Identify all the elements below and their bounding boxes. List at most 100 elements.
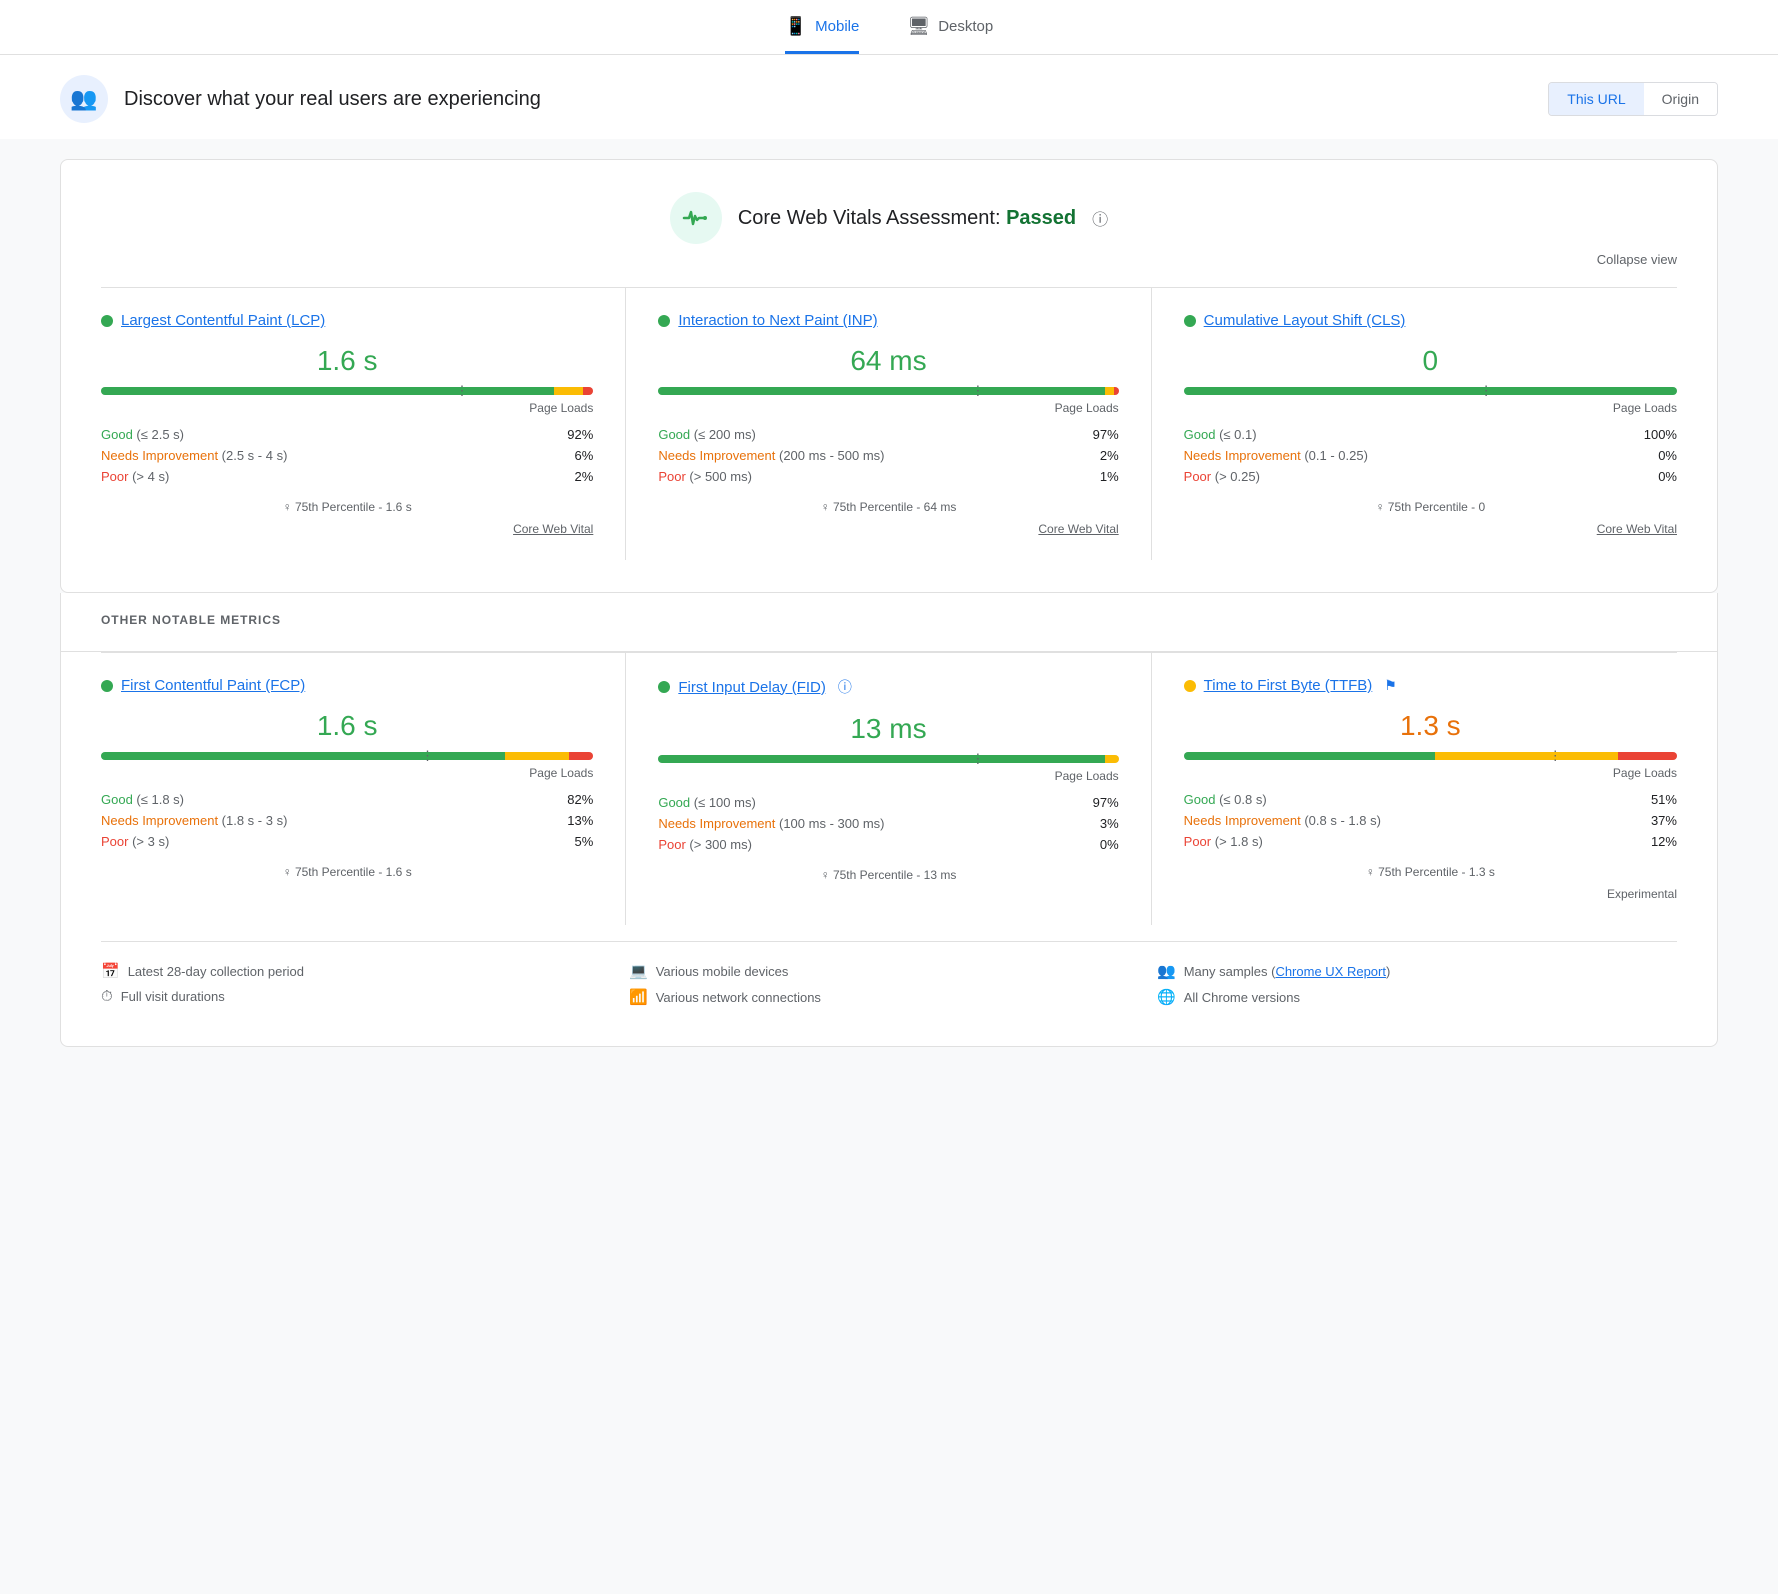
progress-marker-inp: ⋮ bbox=[971, 383, 984, 399]
footer-text: All Chrome versions bbox=[1184, 990, 1300, 1005]
metric-row-fid-1: Needs Improvement (100 ms - 300 ms)3% bbox=[658, 816, 1118, 831]
metric-row-pct-cls-2: 0% bbox=[1658, 469, 1677, 484]
metric-value-cls: 0 bbox=[1184, 345, 1677, 377]
percentile-cls: ♀ 75th Percentile - 0 bbox=[1184, 500, 1677, 514]
vitals-icon bbox=[670, 192, 722, 244]
metric-title-row-ttfb: Time to First Byte (TTFB) ⚑ bbox=[1184, 677, 1677, 694]
cwv-link-inp[interactable]: Core Web Vital bbox=[658, 522, 1118, 536]
metric-row-lcp-1: Needs Improvement (2.5 s - 4 s)6% bbox=[101, 448, 593, 463]
footer-item: 📅Latest 28-day collection period bbox=[101, 962, 621, 980]
percentile-ttfb: ♀ 75th Percentile - 1.3 s bbox=[1184, 865, 1677, 879]
progress-bar-ttfb: ⋮ bbox=[1184, 752, 1677, 760]
tab-desktop[interactable]: 🖥 Desktop bbox=[907, 16, 993, 54]
metric-title-row-inp: Interaction to Next Paint (INP) bbox=[658, 312, 1118, 329]
cwv-link-cls[interactable]: Core Web Vital bbox=[1184, 522, 1677, 536]
chrome-ux-report-link[interactable]: Chrome UX Report bbox=[1275, 964, 1386, 979]
footer-icon: 📅 bbox=[101, 962, 120, 980]
metric-row-cls-2: Poor (> 0.25)0% bbox=[1184, 469, 1677, 484]
cwv-link-lcp[interactable]: Core Web Vital bbox=[101, 522, 593, 536]
footer-icon: ⏱ bbox=[101, 988, 113, 1005]
footer-item: 👥Many samples (Chrome UX Report) bbox=[1157, 962, 1677, 980]
footer-icon: 💻 bbox=[629, 962, 648, 980]
metric-row-pct-ttfb-2: 12% bbox=[1651, 834, 1677, 849]
page-loads-ttfb: Page Loads bbox=[1184, 766, 1677, 780]
footer-text: Various mobile devices bbox=[656, 964, 789, 979]
progress-marker-ttfb: ⋮ bbox=[1549, 748, 1562, 764]
page-loads-fcp: Page Loads bbox=[101, 766, 593, 780]
assessment-title: Core Web Vitals Assessment: Passed bbox=[738, 207, 1076, 230]
status-dot-fid bbox=[658, 681, 670, 693]
metric-col-inp: Interaction to Next Paint (INP)64 ms⋮Pag… bbox=[626, 288, 1151, 560]
footer-text: Many samples (Chrome UX Report) bbox=[1184, 964, 1391, 979]
page-loads-inp: Page Loads bbox=[658, 401, 1118, 415]
header-left: 👥 Discover what your real users are expe… bbox=[60, 75, 541, 123]
metric-row-ttfb-2: Poor (> 1.8 s) 12% bbox=[1184, 834, 1677, 849]
metric-title-ttfb[interactable]: Time to First Byte (TTFB) bbox=[1204, 677, 1373, 694]
metric-rows-cls: Good (≤ 0.1)100%Needs Improvement (0.1 -… bbox=[1184, 427, 1677, 484]
metric-row-label-fcp-0: Good (≤ 1.8 s) bbox=[101, 792, 184, 807]
this-url-button[interactable]: This URL bbox=[1549, 83, 1643, 115]
collapse-link[interactable]: Collapse view bbox=[101, 252, 1677, 267]
metric-title-fid[interactable]: First Input Delay (FID) bbox=[678, 679, 826, 696]
metric-row-inp-2: Poor (> 500 ms)1% bbox=[658, 469, 1118, 484]
metric-row-fid-0: Good (≤ 100 ms)97% bbox=[658, 795, 1118, 810]
metric-row-ttfb-1: Needs Improvement (0.8 s - 1.8 s)37% bbox=[1184, 813, 1677, 828]
progress-bar-fcp: ⋮ bbox=[101, 752, 593, 760]
metric-row-pct-fcp-0: 82% bbox=[567, 792, 593, 807]
footer-col1: 📅Latest 28-day collection period ⏱ Full vi… bbox=[101, 962, 621, 1014]
metric-rows-fid: Good (≤ 100 ms)97% Needs Improvement (100… bbox=[658, 795, 1118, 852]
metric-row-fcp-1: Needs Improvement (1.8 s - 3 s)13% bbox=[101, 813, 593, 828]
metric-row-pct-fid-2: 0% bbox=[1100, 837, 1119, 852]
metric-col-lcp: Largest Contentful Paint (LCP)1.6 s⋮Page… bbox=[101, 288, 626, 560]
tab-mobile[interactable]: 📱 Mobile bbox=[785, 16, 860, 54]
progress-marker-cls: ⋮ bbox=[1480, 383, 1493, 399]
footer-item: 🌐 All Chrome versions bbox=[1157, 988, 1677, 1006]
metric-title-inp[interactable]: Interaction to Next Paint (INP) bbox=[678, 312, 877, 329]
footer-col3: 👥Many samples (Chrome UX Report) 🌐 All Chr… bbox=[1157, 962, 1677, 1014]
metric-col-ttfb: Time to First Byte (TTFB)⚑1.3 s⋮Page Loa… bbox=[1152, 653, 1677, 925]
status-dot-ttfb bbox=[1184, 680, 1196, 692]
metric-row-ttfb-0: Good (≤ 0.8 s)51% bbox=[1184, 792, 1677, 807]
metric-row-fid-2: Poor (> 300 ms) 0% bbox=[658, 837, 1118, 852]
metric-title-fcp[interactable]: First Contentful Paint (FCP) bbox=[121, 677, 305, 694]
metric-row-cls-0: Good (≤ 0.1)100% bbox=[1184, 427, 1677, 442]
tab-bar: 📱 Mobile 🖥 Desktop bbox=[0, 0, 1778, 55]
status-dot-fcp bbox=[101, 680, 113, 692]
footer-icon: 🌐 bbox=[1157, 988, 1176, 1006]
metric-title-row-cls: Cumulative Layout Shift (CLS) bbox=[1184, 312, 1677, 329]
header-bar: 👥 Discover what your real users are expe… bbox=[0, 55, 1778, 139]
metric-row-label-fid-1: Needs Improvement (100 ms - 300 ms) bbox=[658, 816, 884, 831]
tab-mobile-label: Mobile bbox=[815, 18, 859, 35]
footer-item: ⏱ Full visit durations bbox=[101, 988, 621, 1005]
percentile-inp: ♀ 75th Percentile - 64 ms bbox=[658, 500, 1118, 514]
url-toggle: This URL Origin bbox=[1548, 82, 1718, 116]
metric-row-pct-fid-0: 97% bbox=[1093, 795, 1119, 810]
assessment-info-icon[interactable]: ⓘ bbox=[1092, 206, 1108, 230]
other-metrics-card: First Contentful Paint (FCP)1.6 s⋮Page L… bbox=[60, 652, 1718, 1047]
percentile-lcp: ♀ 75th Percentile - 1.6 s bbox=[101, 500, 593, 514]
status-dot-cls bbox=[1184, 315, 1196, 327]
footer-item: 📶Various network connections bbox=[629, 988, 1149, 1006]
external-icon-ttfb[interactable]: ⚑ bbox=[1384, 677, 1397, 694]
progress-bar-inp: ⋮ bbox=[658, 387, 1118, 395]
metric-row-label-inp-1: Needs Improvement (200 ms - 500 ms) bbox=[658, 448, 884, 463]
metric-row-label-lcp-0: Good (≤ 2.5 s) bbox=[101, 427, 184, 442]
progress-marker-fid: ⋮ bbox=[971, 751, 984, 767]
origin-button[interactable]: Origin bbox=[1644, 83, 1717, 115]
desktop-icon: 🖥 bbox=[907, 16, 930, 37]
page-loads-fid: Page Loads bbox=[658, 769, 1118, 783]
metric-row-pct-cls-0: 100% bbox=[1644, 427, 1677, 442]
metric-row-pct-lcp-1: 6% bbox=[575, 448, 594, 463]
experimental-label-ttfb: Experimental bbox=[1184, 887, 1677, 901]
metric-title-lcp[interactable]: Largest Contentful Paint (LCP) bbox=[121, 312, 325, 329]
footer-col2: 💻 Various mobile devices 📶Various network … bbox=[629, 962, 1149, 1014]
info-icon-fid[interactable]: ⓘ bbox=[838, 677, 852, 697]
metric-row-lcp-0: Good (≤ 2.5 s)92% bbox=[101, 427, 593, 442]
metric-row-label-fid-2: Poor (> 300 ms) bbox=[658, 837, 752, 852]
metric-row-label-ttfb-2: Poor (> 1.8 s) bbox=[1184, 834, 1263, 849]
metric-title-row-lcp: Largest Contentful Paint (LCP) bbox=[101, 312, 593, 329]
metric-title-cls[interactable]: Cumulative Layout Shift (CLS) bbox=[1204, 312, 1406, 329]
metric-row-label-lcp-2: Poor (> 4 s) bbox=[101, 469, 169, 484]
footer-text: Full visit durations bbox=[121, 989, 225, 1004]
other-metrics-label: OTHER NOTABLE METRICS bbox=[101, 613, 1677, 627]
